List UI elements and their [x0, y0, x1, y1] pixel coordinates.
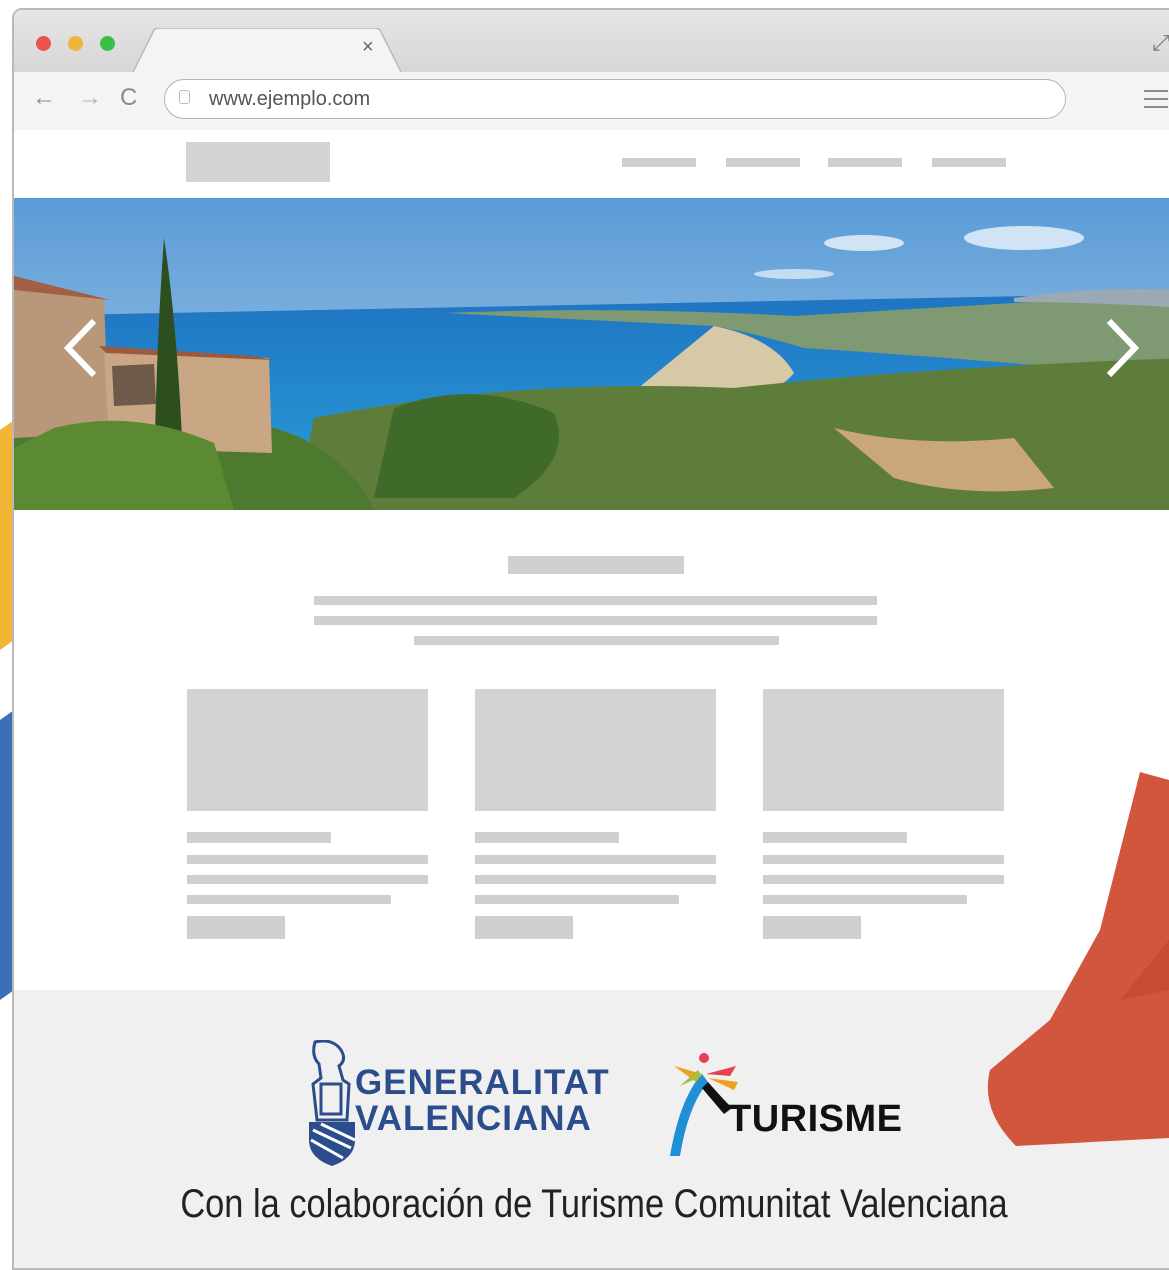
turisme-logo-text: TURISME [728, 1098, 903, 1140]
generalitat-valenciana-logo: GENERALITAT VALENCIANA [355, 1065, 610, 1137]
gv-line-1: GENERALITAT [355, 1063, 610, 1102]
generalitat-valenciana-emblem-icon [309, 1040, 356, 1166]
gv-line-2: VALENCIANA [355, 1099, 592, 1138]
collaboration-caption: Con la colaboración de Turisme Comunitat… [180, 1182, 1008, 1226]
